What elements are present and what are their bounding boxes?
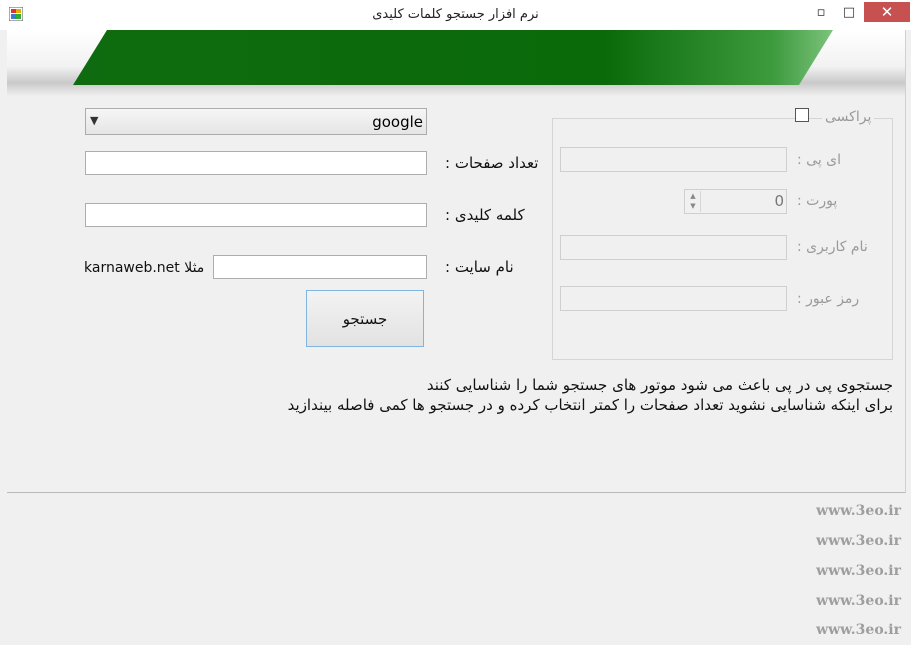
site-input[interactable]: [213, 255, 427, 279]
close-button[interactable]: ✕: [864, 2, 910, 22]
proxy-port-label: پورت :: [797, 193, 838, 209]
spinner-arrows-icon[interactable]: ▲ ▼: [686, 191, 701, 212]
watermark-text: www.3eo.ir: [816, 563, 901, 579]
maximize-icon: □: [842, 4, 856, 20]
chevron-down-icon: ▼: [90, 114, 99, 127]
close-icon: ✕: [880, 3, 894, 21]
client-area: ▼ google تعداد صفحات : کلمه کلیدی : مثلا…: [7, 30, 906, 493]
header-banner: [7, 30, 905, 96]
search-engine-value: google: [372, 113, 423, 131]
proxy-username-label: نام کاربری :: [797, 239, 868, 255]
watermark-text: www.3eo.ir: [816, 533, 901, 549]
warning-text-line1: جستجوی پی در پی باعث می شود موتور های جس…: [426, 376, 893, 394]
keyword-label: کلمه کلیدی :: [445, 206, 525, 224]
warning-text-line2: برای اینکه شناسایی نشوید تعداد صفحات را …: [287, 396, 893, 414]
proxy-ip-label: ای پی :: [797, 152, 842, 168]
proxy-password-label: رمز عبور :: [797, 291, 860, 307]
site-example-label: مثلا karnaweb.net: [84, 260, 205, 276]
pages-label: تعداد صفحات :: [445, 154, 539, 172]
proxy-port-value: 0: [774, 192, 784, 210]
site-label: نام سایت :: [445, 258, 514, 276]
keyword-input[interactable]: [85, 203, 427, 227]
minimize-icon: ▫: [816, 4, 826, 20]
search-engine-select[interactable]: ▼ google: [85, 108, 427, 135]
maximize-button[interactable]: □: [835, 2, 863, 22]
proxy-legend: پراکسی: [822, 109, 875, 125]
title-bar: نرم افزار جستجو کلمات کلیدی ▫ □ ✕: [0, 0, 911, 30]
proxy-password-input[interactable]: [560, 286, 787, 311]
proxy-username-input[interactable]: [560, 235, 787, 260]
watermark-text: www.3eo.ir: [816, 593, 901, 609]
search-button[interactable]: جستجو: [306, 290, 424, 347]
watermark-text: www.3eo.ir: [816, 622, 901, 638]
watermark-text: www.3eo.ir: [816, 503, 901, 519]
pages-input[interactable]: [85, 151, 427, 175]
minimize-button[interactable]: ▫: [807, 2, 835, 22]
proxy-checkbox[interactable]: [795, 108, 809, 122]
proxy-ip-input[interactable]: [560, 147, 787, 172]
banner-green-shape: [73, 30, 833, 85]
proxy-port-spinner[interactable]: ▲ ▼ 0: [684, 189, 787, 214]
window-title: نرم افزار جستجو کلمات کلیدی: [372, 7, 539, 22]
